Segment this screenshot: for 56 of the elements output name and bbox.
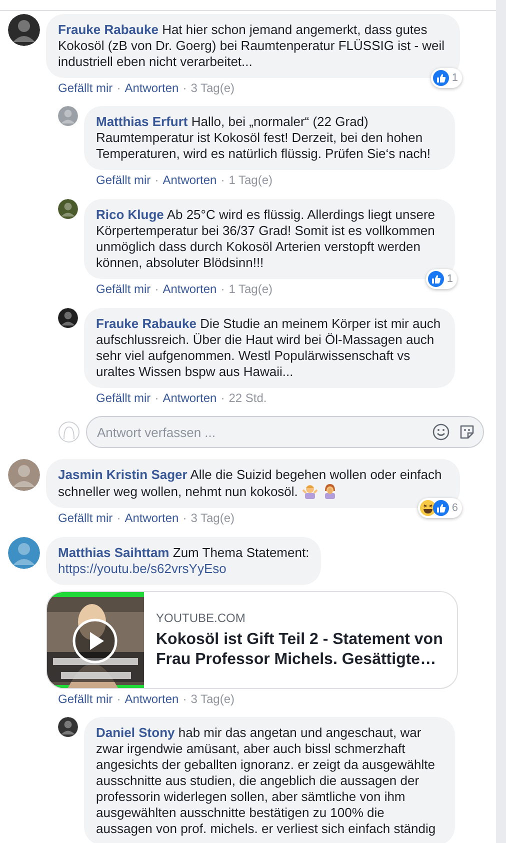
smiley-icon[interactable] [432,423,450,441]
link-title: Kokosöl ist Gift Teil 2 - Statement von Frau Professor Michels. Gesättigte… [156,630,444,670]
separator-dot: · [116,80,121,96]
avatar[interactable] [58,199,78,219]
separator-dot: · [182,80,187,96]
separator-dot: · [116,691,121,707]
action-link[interactable]: Antworten [162,281,217,297]
timestamp: 22 Std. [228,390,267,406]
action-link[interactable]: Gefällt mir [96,172,151,188]
action-link[interactable]: Gefällt mir [96,390,151,406]
action-link[interactable]: Antworten [162,390,217,406]
like-icon [432,70,449,86]
user-outline-icon [58,421,80,443]
action-link[interactable]: Gefällt mir [58,691,113,707]
separator-dot: · [154,172,159,188]
action-link[interactable]: Antworten [124,691,179,707]
like-icon [428,271,444,287]
comment-text: Matthias Saihttam Zum Thema Statement: [58,545,310,560]
separator-dot: · [116,510,121,526]
avatar[interactable] [58,717,78,737]
timestamp: 1 Tag(e) [228,281,273,297]
action-link[interactable]: Gefällt mir [58,510,113,526]
action-link[interactable]: Gefällt mir [96,281,151,297]
laughing-emoji-icon [420,500,436,516]
video-link[interactable]: https://youtu.be/s62vrsYyEso [58,561,226,576]
comment-text: Matthias Erfurt Hallo, bei „normaler“ (22 Grad) Raumtemperatur ist Kokosöl fest! Derzeit, bei den hohen Temperaturen, wird es natürlich flüssig. Prüfen Sie‘s nach! [96,114,431,161]
timestamp: 1 Tag(e) [228,172,273,188]
separator-dot: · [182,691,187,707]
play-icon[interactable] [72,618,118,664]
comment-text: Frauke Rabauke Die Studie an meinem Körper ist mir auch aufschlussreich. Über die Haut wird bei Öl-Massagen auch sehr viel aufgenommen. Westl Populärwissenschaft vs uraltes Wissen bspw aus Hawaii... [96,316,441,379]
link-preview-card[interactable]: YOUTUBE.COM Kokosöl ist Gift Teil 2 - Statement von Frau Professor Michels. Gesättigte… [46,591,458,689]
comment-text: Jasmin Kristin Sager Alle die Suizid begehen wollen oder einfach schneller weg wollen, nehmt nun kokosöl. [58,467,442,499]
avatar[interactable] [58,308,78,328]
like-icon [432,500,449,516]
reply-input-field[interactable]: Antwort verfassen ... [86,416,484,448]
avatar[interactable] [8,14,40,46]
action-link[interactable]: Antworten [124,80,179,96]
separator-dot: · [220,390,225,406]
link-domain: YOUTUBE.COM [156,610,246,626]
timestamp: 3 Tag(e) [190,691,235,707]
separator-dot: · [220,172,225,188]
scrollbar[interactable] [496,0,506,843]
timestamp: 3 Tag(e) [190,80,235,96]
action-link[interactable]: Gefällt mir [58,80,113,96]
comment-text: Rico Kluge Ab 25°C wird es flüssig. Allerdings liegt unsere Körpertemperatur bei 36/37 Grad! Somit ist es vollkommen unmöglich dass durch Kokosöl Arterien verstopft werden können, absoluter Blödsinn!!! [96,207,436,270]
separator-dot: · [154,390,159,406]
separator-dot: · [154,281,159,297]
action-link[interactable]: Antworten [124,510,179,526]
sticker-icon[interactable] [458,423,476,441]
comment-text: Frauke Rabauke Hat hier schon jemand angemerkt, dass gutes Kokosöl (zB von Dr. Goerg) bei Raumtenperatur FLÜSSIG ist - weil industriell eben nicht verarbeitet... [58,22,445,69]
comment-text: Daniel Stony hab mir das angetan und angeschaut, war zwar irgendwie amüsant, aber auch bissl schmerzhaft angesichts der geballten ignoranz. er zeigt da ausgewählte ausschnitte aus studien, die angeblich die aussagen der professorin widerlegen sollen, aber sämtliche von ihm ausgewählten ausschnitte bestätigen zu 100% die aussagen von prof. michels. er verliest sich einfach ständig [96,725,436,836]
separator-dot: · [182,510,187,526]
separator-dot: · [220,281,225,297]
shrug-emoji-icon [302,483,318,499]
action-link[interactable]: Antworten [162,172,217,188]
timestamp: 3 Tag(e) [190,510,235,526]
